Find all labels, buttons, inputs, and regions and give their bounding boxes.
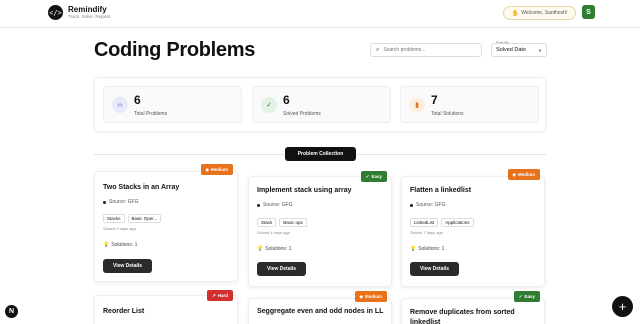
- lightbulb-icon: 💡: [257, 246, 264, 252]
- view-details-button[interactable]: View Details: [257, 262, 306, 276]
- search-input[interactable]: [383, 47, 474, 53]
- tag[interactable]: Stack: [257, 218, 277, 227]
- tag[interactable]: LinkedList: [410, 218, 439, 227]
- problem-title[interactable]: Two Stacks in an Array: [103, 184, 179, 191]
- tag[interactable]: Stacks: [103, 214, 125, 223]
- solved-date: Solved 7 days ago: [410, 230, 443, 235]
- view-details-button[interactable]: View Details: [410, 262, 459, 276]
- problem-card[interactable]: ◆ Medium Seggregate even and odd nodes in…: [248, 291, 392, 324]
- add-problem-fab[interactable]: +: [612, 296, 633, 317]
- stats-panel: ‹› 6 Total Problems ✓ 6 Solved Problems …: [94, 77, 546, 132]
- flame-icon: ◆: [512, 171, 516, 177]
- tag[interactable]: Basic ops: [279, 218, 307, 227]
- chevron-down-icon: ▼: [538, 47, 542, 53]
- tag-list: LinkedList Applications: [410, 218, 474, 227]
- stat-label: Solved Problems: [283, 111, 321, 117]
- search-box[interactable]: ⌕: [370, 43, 482, 57]
- flame-icon: ◆: [359, 293, 363, 299]
- tag-list: Stack Basic ops: [257, 218, 307, 227]
- view-details-button[interactable]: View Details: [103, 259, 152, 273]
- difficulty-badge-medium: ◆ Medium: [507, 169, 540, 180]
- tag[interactable]: Basic Oper...: [127, 214, 162, 223]
- problem-card[interactable]: ✓ Easy Implement stack using array Source…: [248, 171, 392, 287]
- stat-label: Total Problems: [134, 111, 168, 117]
- solutions-count: 💡 Solutions: 1: [410, 246, 445, 252]
- bullet-icon: [103, 200, 106, 204]
- sort-select[interactable]: Solved Date ▼: [491, 43, 547, 57]
- problem-card[interactable]: ◆ Medium Flatten a linkedlist Source: GFG…: [401, 169, 545, 287]
- code-logo-icon[interactable]: </>: [48, 5, 63, 20]
- problem-title[interactable]: Seggregate even and odd nodes in LL: [257, 308, 383, 315]
- difficulty-badge-easy: ✓ Easy: [360, 171, 387, 182]
- page-title: Coding Problems: [94, 39, 256, 61]
- lightbulb-icon: 💡: [103, 242, 110, 248]
- welcome-text: Welcome, Santhosh!: [521, 10, 568, 16]
- brand-name[interactable]: Remindify: [68, 5, 107, 14]
- problem-card[interactable]: ↗ Hard Reorder List: [94, 290, 238, 324]
- solved-date: Solved 4 days ago: [257, 230, 290, 235]
- solved-date: Solved 0 days ago: [103, 226, 136, 231]
- problem-title[interactable]: Reorder List: [103, 308, 144, 315]
- brand-tagline: Track. Solve. Repeat.: [68, 14, 112, 19]
- bar-chart-icon: ▮: [409, 97, 425, 113]
- lightbulb-icon: 💡: [410, 246, 417, 252]
- bullet-icon: [410, 203, 413, 207]
- user-avatar[interactable]: S: [582, 5, 595, 19]
- wave-hand-icon: ✋: [511, 10, 520, 17]
- search-icon: ⌕: [376, 46, 380, 53]
- difficulty-badge-hard: ↗ Hard: [206, 290, 233, 301]
- check-circle-icon: ✓: [261, 97, 277, 113]
- problem-title[interactable]: Flatten a linkedlist: [410, 187, 471, 194]
- stat-solved-problems: ✓ 6 Solved Problems: [252, 86, 391, 123]
- stat-label: Total Solutions: [431, 111, 464, 117]
- stat-total-problems: ‹› 6 Total Problems: [103, 86, 242, 123]
- tag[interactable]: Applications: [441, 218, 474, 227]
- n-logo-icon[interactable]: N: [5, 305, 18, 318]
- problem-source: Source: GFG: [103, 199, 138, 205]
- welcome-badge: ✋ Welcome, Santhosh!: [503, 6, 576, 20]
- check-icon: ✓: [518, 293, 523, 299]
- bullet-icon: [257, 203, 260, 207]
- problem-collection-button[interactable]: Problem Collection: [285, 147, 356, 161]
- stat-value: 6: [134, 93, 141, 107]
- stat-value: 6: [283, 93, 290, 107]
- problem-source: Source: GFG: [257, 202, 292, 208]
- difficulty-badge-easy: ✓ Easy: [513, 291, 540, 302]
- problem-title[interactable]: Remove duplicates from sorted linkedlist: [410, 308, 538, 324]
- tag-list: Stacks Basic Oper...: [103, 214, 162, 223]
- check-icon: ✓: [365, 173, 370, 179]
- stat-value: 7: [431, 93, 438, 107]
- sort-value: Solved Date: [496, 47, 526, 53]
- problem-source: Source: GFG: [410, 202, 445, 208]
- trend-up-icon: ↗: [211, 292, 216, 298]
- flame-icon: ◆: [205, 166, 209, 172]
- code-icon: ‹›: [112, 97, 128, 113]
- top-navbar: </> Remindify Track. Solve. Repeat. ✋ We…: [0, 0, 640, 28]
- difficulty-badge-medium: ◆ Medium: [200, 164, 233, 175]
- problem-card[interactable]: ◆ Medium Two Stacks in an Array Source: G…: [94, 164, 238, 282]
- solutions-count: 💡 Solutions: 1: [103, 242, 138, 248]
- difficulty-badge-medium: ◆ Medium: [354, 291, 387, 302]
- solutions-count: 💡 Solutions: 1: [257, 246, 292, 252]
- problem-title[interactable]: Implement stack using array: [257, 187, 352, 194]
- problem-card[interactable]: ✓ Easy Remove duplicates from sorted link…: [401, 291, 545, 324]
- stat-total-solutions: ▮ 7 Total Solutions: [400, 86, 539, 123]
